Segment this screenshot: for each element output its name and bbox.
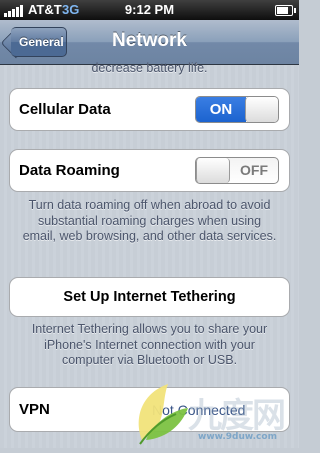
data-roaming-row: Data Roaming OFF <box>9 149 290 192</box>
page-title: Network <box>112 30 187 51</box>
data-roaming-switch[interactable]: OFF <box>195 157 279 184</box>
switch-on-label: ON <box>196 97 246 122</box>
watermark-url: www.9duw.com <box>198 432 277 442</box>
switch-knob[interactable] <box>196 158 230 183</box>
navigation-bar: General Network <box>0 20 299 65</box>
data-roaming-note: Turn data roaming off when abroad to avo… <box>22 198 277 243</box>
internet-tethering-label: Set Up Internet Tethering <box>63 289 236 305</box>
internet-tethering-row[interactable]: Set Up Internet Tethering <box>9 277 290 317</box>
watermark: 九度网 www.9duw.com <box>132 380 299 448</box>
watermark-leaf-logo <box>138 384 188 445</box>
battery-note: decrease battery life. <box>91 61 208 75</box>
cellular-data-row: Cellular Data ON <box>9 88 290 131</box>
switch-knob[interactable] <box>245 97 278 122</box>
clock: 9:12 PM <box>124 2 175 17</box>
data-roaming-label: Data Roaming <box>19 162 120 179</box>
cellular-data-switch[interactable]: ON <box>195 96 279 123</box>
switch-off-label: OFF <box>240 162 268 178</box>
tethering-note: Internet Tethering allows you to share y… <box>31 322 268 367</box>
vpn-label: VPN <box>19 401 50 418</box>
battery-icon <box>275 5 296 16</box>
status-bar: AT&T 3G 9:12 PM <box>0 0 299 20</box>
watermark-text: 九度网 <box>188 397 286 435</box>
cellular-data-label: Cellular Data <box>19 101 111 118</box>
battery-level-fill <box>277 7 288 14</box>
